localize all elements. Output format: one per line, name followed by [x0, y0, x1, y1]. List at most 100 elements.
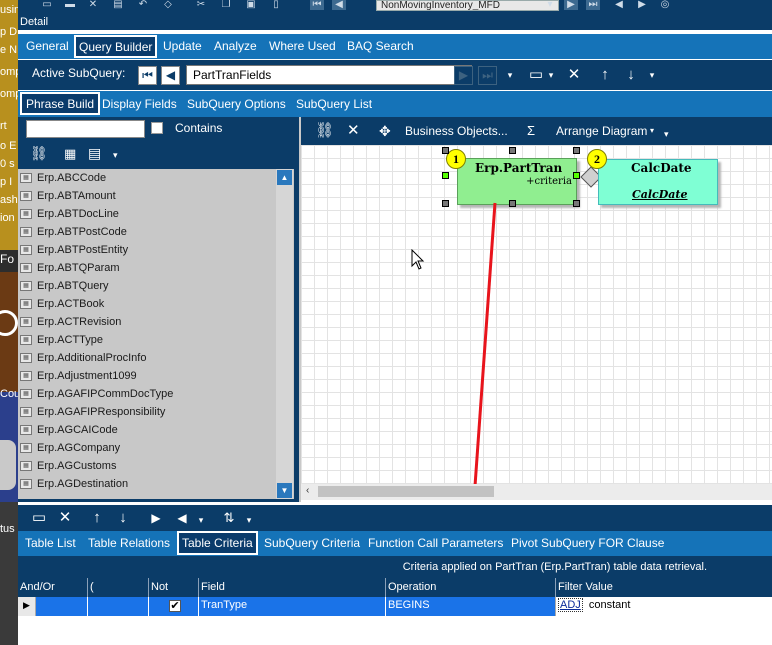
list-item[interactable]: ▦ Erp.AGAFIPResponsibility — [18, 403, 280, 421]
cut-icon[interactable]: ✂ — [194, 0, 208, 10]
tab-subquery-criteria[interactable]: SubQuery Criteria — [264, 531, 360, 556]
column-header-filter-value[interactable]: Filter Value — [555, 578, 772, 597]
move-up-icon[interactable]: ↑ — [596, 65, 614, 85]
list-item[interactable]: ▦ Erp.ACTType — [18, 331, 280, 349]
list-item[interactable]: ▦ Erp.Adjustment1099 — [18, 367, 280, 385]
chevron-down-icon[interactable]: ▾ — [650, 117, 654, 145]
not-checkbox[interactable]: ✔ — [169, 600, 181, 612]
delete-icon[interactable]: ✕ — [86, 0, 100, 10]
cell-paren[interactable] — [87, 597, 148, 616]
first-subquery-button[interactable]: ⏮ — [138, 66, 157, 85]
column-header-field[interactable]: Field — [198, 578, 385, 597]
move-down-icon[interactable]: ↓ — [622, 65, 640, 85]
tab-table-relations[interactable]: Table Relations — [88, 531, 170, 556]
overflow-chevron-icon[interactable]: ▾ — [504, 65, 516, 85]
table-list-scrollbar[interactable]: ▲ ▼ — [276, 169, 293, 499]
cell-filter-value[interactable]: ADJ constant — [555, 597, 772, 616]
list-item[interactable]: ▦ Erp.ABTQParam — [18, 259, 280, 277]
list-item[interactable]: ▦ Erp.AdditionalProcInfo — [18, 349, 280, 367]
indent-left-icon[interactable]: ◀ — [174, 508, 190, 528]
tab-analyze[interactable]: Analyze — [214, 34, 257, 59]
prev-record-icon[interactable]: ◀ — [332, 0, 346, 10]
query-id-combo[interactable]: NonMovingInventory_MFD — [376, 0, 559, 11]
cell-not[interactable]: ✔ — [148, 597, 198, 616]
list-item[interactable]: ▦ Erp.ABTAmount — [18, 187, 280, 205]
tab-update[interactable]: Update — [163, 34, 202, 59]
list-item[interactable]: ▦ Erp.ABTDocLine — [18, 205, 280, 223]
tab-subquery-options[interactable]: SubQuery Options — [187, 91, 286, 117]
new-criteria-icon[interactable]: ▭ — [30, 508, 48, 528]
scroll-up-icon[interactable]: ▲ — [277, 170, 292, 185]
cell-field[interactable]: TranType — [198, 597, 385, 616]
scroll-down-icon[interactable]: ▼ — [277, 483, 292, 498]
business-objects-icon[interactable]: ✥ — [379, 117, 391, 145]
first-record-icon[interactable]: ⏮ — [310, 0, 324, 10]
cell-and-or[interactable] — [36, 597, 87, 616]
grid-view-icon[interactable]: ▦ — [64, 146, 76, 162]
tab-query-builder[interactable]: Query Builder — [74, 35, 158, 58]
cell-operation[interactable]: BEGINS — [385, 597, 555, 616]
tab-display-fields[interactable]: Display Fields — [102, 91, 177, 117]
delete-icon[interactable]: ✕ — [347, 117, 360, 145]
list-item[interactable]: ▦ Erp.AGCAICode — [18, 421, 280, 439]
chevron-down-icon[interactable]: ▾ — [244, 510, 254, 530]
filter-type-badge[interactable]: ADJ — [558, 598, 583, 612]
tab-phrase-build[interactable]: Phrase Build — [20, 92, 101, 115]
arrange-diagram-button[interactable]: Arrange Diagram — [556, 117, 647, 145]
tab-subquery-list[interactable]: SubQuery List — [296, 91, 372, 117]
contains-checkbox[interactable] — [151, 122, 163, 134]
list-item[interactable]: ▦ Erp.ABTQuery — [18, 277, 280, 295]
link-icon[interactable]: ⛓ — [30, 145, 48, 162]
next-record-icon[interactable]: ▶ — [564, 0, 578, 10]
chevron-down-icon[interactable]: ▾ — [113, 150, 118, 161]
refresh-icon[interactable]: ▭ — [40, 0, 54, 10]
back-icon[interactable]: ◀ — [612, 0, 626, 10]
list-item[interactable]: ▦ Erp.AGCompany — [18, 439, 280, 457]
chevron-down-icon[interactable]: ▾ — [646, 65, 658, 85]
overflow-chevron-icon[interactable]: ▾ — [664, 120, 669, 148]
list-item[interactable]: ▦ Erp.AGAFIPCommDocType — [18, 385, 280, 403]
tab-general[interactable]: General — [26, 34, 69, 59]
chevron-down-icon[interactable]: ▾ — [543, 0, 557, 10]
tab-table-list[interactable]: Table List — [25, 531, 76, 556]
list-item[interactable]: ▦ Erp.ACTRevision — [18, 313, 280, 331]
business-objects-button[interactable]: Business Objects... — [405, 117, 508, 145]
copy-icon[interactable]: ❐ — [219, 0, 233, 10]
sort-icon[interactable]: ⇅ — [218, 508, 240, 528]
new-subquery-icon[interactable]: ▭ — [526, 65, 546, 85]
column-header-paren[interactable]: ( — [87, 578, 148, 597]
link-icon[interactable]: ⛓ — [315, 117, 334, 145]
chevron-down-icon[interactable]: ▾ — [546, 65, 556, 85]
move-up-icon[interactable]: ↑ — [88, 508, 106, 528]
last-record-icon[interactable]: ⏭ — [586, 0, 600, 10]
list-item[interactable]: ▦ Erp.ABTPostCode — [18, 223, 280, 241]
column-header-and-or[interactable]: And/Or — [18, 578, 87, 597]
attach-icon[interactable]: ◇ — [161, 0, 175, 10]
save-icon[interactable]: ▬ — [63, 0, 77, 10]
table-search-input[interactable] — [26, 120, 145, 138]
query-diagram-canvas[interactable]: Erp.PartTran +criteria 1 CalcDate CalcDa… — [301, 145, 772, 485]
last-subquery-button[interactable]: ⏭ — [478, 66, 497, 85]
list-item[interactable]: ▦ Erp.ACTBook — [18, 295, 280, 313]
tab-baq-search[interactable]: BAQ Search — [347, 34, 414, 59]
move-down-icon[interactable]: ↓ — [114, 508, 132, 528]
delete-subquery-icon[interactable]: ✕ — [563, 65, 585, 85]
list-item[interactable]: ▦ Erp.ABTPostEntity — [18, 241, 280, 259]
scroll-left-icon[interactable]: ‹ — [306, 485, 309, 496]
print-icon[interactable]: ▤ — [111, 0, 125, 10]
sum-button[interactable]: Σ — [527, 117, 535, 145]
next-subquery-button[interactable]: ▶ — [454, 66, 473, 85]
column-header-operation[interactable]: Operation — [385, 578, 555, 597]
clear-icon[interactable]: ▯ — [269, 0, 283, 10]
table-row[interactable]: ▶ ✔ TranType BEGINS ADJ constant — [18, 597, 772, 616]
forward-icon[interactable]: ▶ — [635, 0, 649, 10]
tab-table-criteria[interactable]: Table Criteria — [177, 531, 258, 555]
list-item[interactable]: ▦ Erp.AGCustoms — [18, 457, 280, 475]
column-header-not[interactable]: Not — [148, 578, 198, 597]
paste-icon[interactable]: ▣ — [244, 0, 258, 10]
row-selector-icon[interactable]: ▶ — [18, 597, 36, 616]
tab-pivot-subquery[interactable]: Pivot SubQuery FOR Clause — [511, 531, 664, 556]
subquery-combo[interactable]: PartTranFields ▼ — [186, 65, 472, 85]
list-item[interactable]: ▦ Erp.AGDestination — [18, 475, 280, 493]
prev-subquery-button[interactable]: ◀ — [161, 66, 180, 85]
